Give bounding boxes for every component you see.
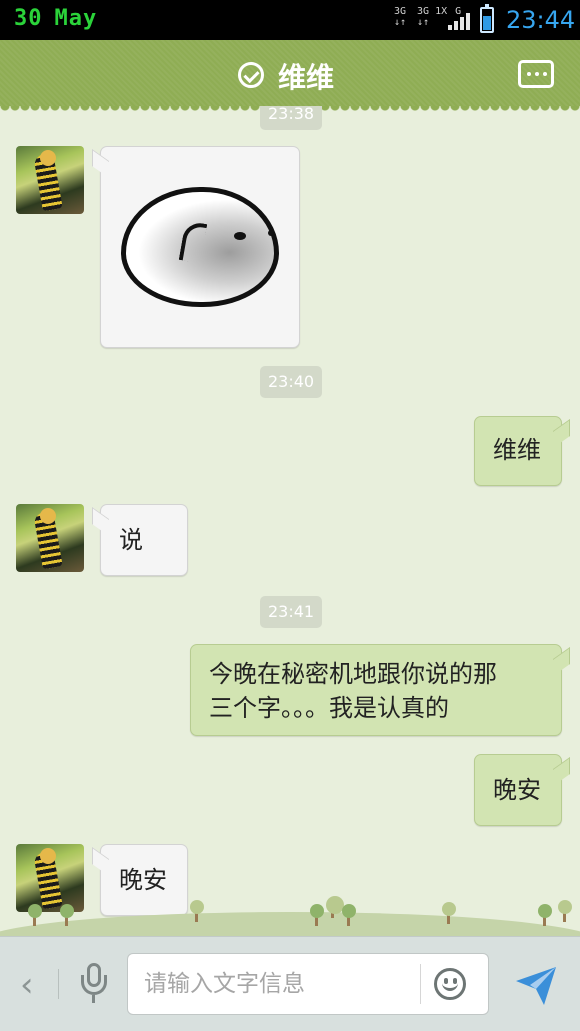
timestamp: 23:41 bbox=[260, 596, 323, 628]
message-bubble-outgoing[interactable]: 晚安 bbox=[474, 754, 562, 826]
microphone-icon[interactable] bbox=[76, 963, 112, 1007]
message-input-box[interactable] bbox=[127, 953, 489, 1015]
network-3g-label: 3G ↓↑ bbox=[394, 6, 407, 28]
network-3g1x-label: 3G 1X ↓↑ bbox=[417, 6, 448, 28]
message-text: 晚安 bbox=[493, 776, 541, 804]
battery-icon bbox=[480, 4, 494, 33]
divider bbox=[420, 964, 421, 1004]
message-text-line-1: 今晚在秘密机地跟你说的那 bbox=[209, 660, 497, 688]
chevron-left-icon[interactable]: ‹ bbox=[20, 965, 34, 1005]
landscape-decoration bbox=[0, 896, 580, 952]
check-circle-icon bbox=[238, 62, 264, 88]
status-bar: 30 May 3G ↓↑ 3G 1X ↓↑ G 23:44 bbox=[0, 0, 580, 40]
contact-avatar[interactable] bbox=[16, 504, 84, 572]
status-date-day: 30 bbox=[14, 6, 43, 31]
chat-header: 维维 bbox=[0, 40, 580, 112]
sticker-message[interactable] bbox=[100, 146, 300, 348]
message-list[interactable]: 23:38 23:40 维维 说 23:41 今晚在秘密机地跟你说的那 三个字。… bbox=[0, 106, 580, 936]
message-text-line-2: 三个字。。。我是认真的 bbox=[209, 694, 449, 722]
status-clock: 23:44 bbox=[506, 6, 576, 34]
timestamp: 23:40 bbox=[260, 366, 323, 398]
message-bubble-incoming[interactable]: 说 bbox=[100, 504, 188, 576]
status-date-month: May bbox=[54, 6, 98, 31]
timestamp: 23:38 bbox=[260, 106, 323, 130]
contact-name[interactable]: 维维 bbox=[278, 56, 334, 96]
send-icon[interactable] bbox=[514, 963, 558, 1007]
round-face-sticker bbox=[121, 187, 279, 307]
message-bubble-outgoing[interactable]: 今晚在秘密机地跟你说的那 三个字。。。我是认真的 bbox=[190, 644, 562, 736]
message-text: 说 bbox=[119, 526, 143, 554]
divider bbox=[58, 969, 59, 999]
contact-avatar[interactable] bbox=[16, 146, 84, 214]
input-bar: ‹ bbox=[0, 936, 580, 1031]
status-date: 30 May bbox=[14, 6, 109, 31]
more-options-icon[interactable] bbox=[518, 60, 554, 88]
message-input[interactable] bbox=[144, 964, 414, 1004]
message-text: 维维 bbox=[493, 436, 541, 464]
smiley-icon[interactable] bbox=[434, 968, 466, 1000]
signal-bars-icon bbox=[448, 12, 470, 30]
message-bubble-outgoing[interactable]: 维维 bbox=[474, 416, 562, 486]
message-text: 晚安 bbox=[119, 866, 167, 894]
